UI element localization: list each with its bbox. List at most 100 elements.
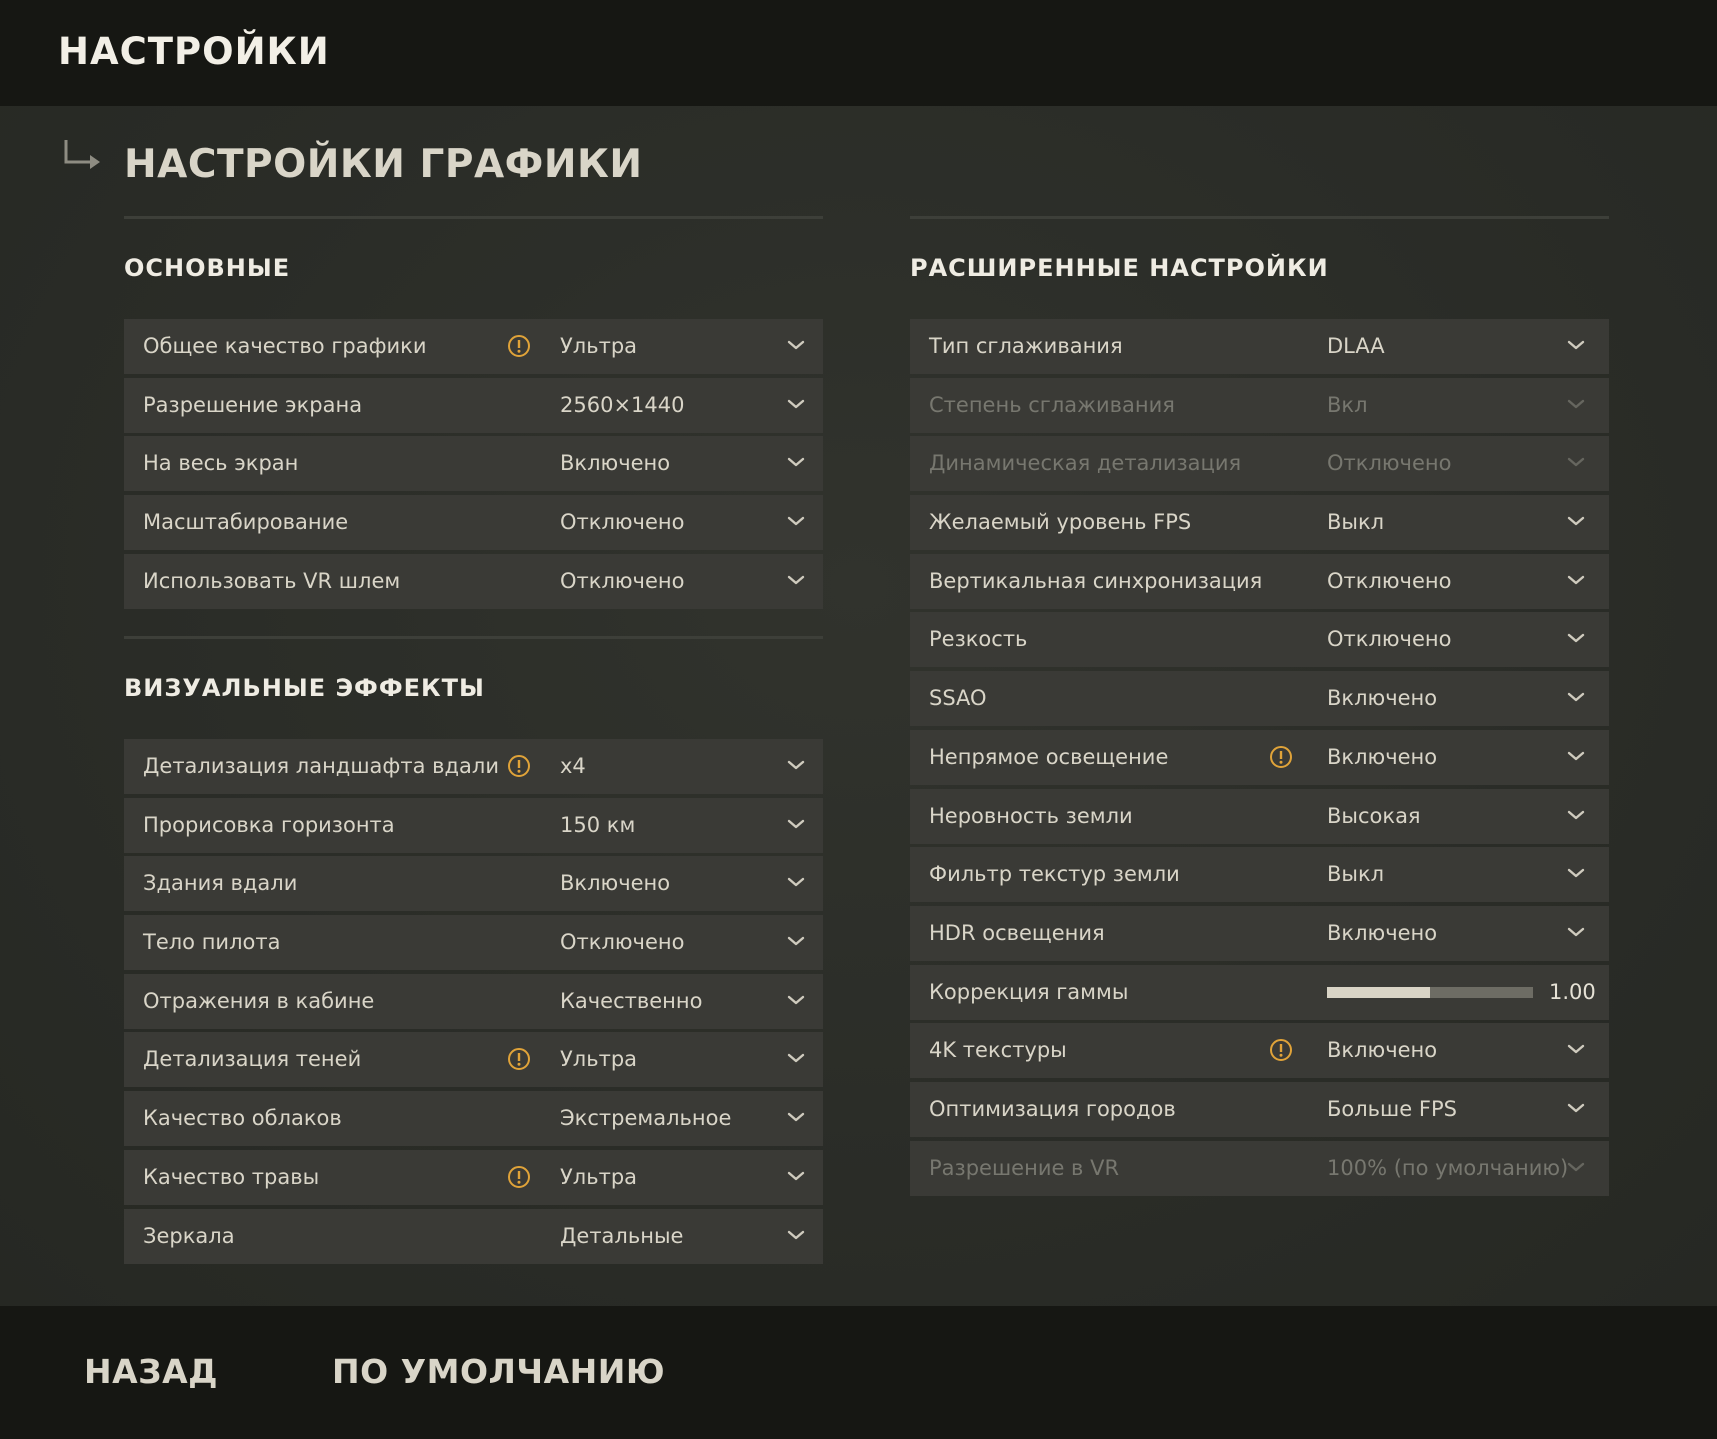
gamma-slider[interactable] [1327, 986, 1533, 998]
chevron-down-icon[interactable] [1566, 1042, 1586, 1056]
divider [124, 636, 823, 639]
setting-row[interactable]: Масштабирование Отключено [124, 495, 823, 551]
setting-row[interactable]: Общее качество графики Ультра [124, 319, 823, 374]
chevron-down-icon[interactable] [1566, 866, 1586, 880]
setting-row[interactable]: Прорисовка горизонта 150 км [124, 797, 823, 853]
setting-label: Динамическая детализация [929, 451, 1242, 476]
chevron-down-icon[interactable] [786, 1169, 806, 1183]
setting-value: Выкл [1327, 510, 1385, 535]
setting-value: Отключено [560, 568, 685, 593]
setting-label: Использовать VR шлем [143, 568, 401, 593]
setting-value: Ультра [560, 1047, 638, 1072]
setting-row[interactable]: Неровность земли Высокая [910, 788, 1609, 844]
chevron-down-icon[interactable] [786, 1110, 806, 1124]
chevron-down-icon[interactable] [786, 1051, 806, 1065]
chevron-down-icon[interactable] [786, 817, 806, 831]
setting-value: Больше FPS [1327, 1096, 1457, 1121]
chevron-down-icon[interactable] [1566, 397, 1586, 411]
setting-label: Здания вдали [143, 871, 298, 896]
setting-label: Масштабирование [143, 510, 349, 535]
screen-title: НАСТРОЙКИ [58, 30, 330, 73]
basic-settings-list: Общее качество графики Ультра Разрешение э… [124, 319, 823, 612]
section-title-advanced: РАСШИРЕННЫЕ НАСТРОЙКИ [910, 254, 1329, 282]
chevron-down-icon[interactable] [1566, 514, 1586, 528]
chevron-down-icon[interactable] [1566, 1101, 1586, 1115]
setting-label: Степень сглаживания [929, 392, 1175, 417]
section-title-basic: ОСНОВНЫЕ [124, 254, 291, 282]
warning-icon [1270, 1039, 1292, 1062]
setting-row[interactable]: Качество травы Ультра [124, 1149, 823, 1205]
setting-label: Качество травы [143, 1164, 320, 1189]
return-arrow-icon [64, 140, 100, 169]
chevron-down-icon[interactable] [786, 397, 806, 411]
setting-row[interactable]: На весь экран Включено [124, 436, 823, 492]
chevron-down-icon[interactable] [786, 1228, 806, 1242]
chevron-down-icon[interactable] [786, 875, 806, 889]
setting-label: Коррекция гаммы [929, 979, 1129, 1004]
setting-value: 100% (по умолчанию) [1327, 1155, 1569, 1180]
setting-row[interactable]: Детализация ландшафта вдали x4 [124, 739, 823, 794]
setting-value: Включено [1327, 744, 1438, 769]
setting-value: Включено [1327, 1038, 1438, 1063]
chevron-down-icon[interactable] [786, 338, 806, 352]
setting-value: x4 [560, 754, 586, 778]
chevron-down-icon[interactable] [1566, 338, 1586, 352]
chevron-down-icon[interactable] [786, 573, 806, 587]
chevron-down-icon[interactable] [1566, 1160, 1586, 1174]
setting-label: Качество облаков [143, 1106, 342, 1131]
setting-value: Отключено [560, 930, 685, 955]
setting-row[interactable]: Коррекция гаммы 1.00 [910, 964, 1609, 1020]
setting-row[interactable]: Разрешение экрана 2560×1440 [124, 377, 823, 433]
setting-row[interactable]: Тип сглаживания DLAA [910, 319, 1609, 374]
setting-label: Вертикальная синхронизация [929, 568, 1263, 593]
setting-row[interactable]: Детализация теней Ультра [124, 1032, 823, 1088]
chevron-down-icon[interactable] [1566, 808, 1586, 822]
top-bar: НАСТРОЙКИ [0, 0, 1717, 106]
setting-row[interactable]: Отражения в кабине Качественно [124, 973, 823, 1029]
setting-row[interactable]: Фильтр текстур земли Выкл [910, 847, 1609, 903]
chevron-down-icon[interactable] [786, 455, 806, 469]
setting-value: Экстремальное [560, 1106, 732, 1131]
setting-value: Отключено [1327, 627, 1452, 652]
setting-row[interactable]: Непрямое освещение Включено [910, 729, 1609, 785]
bottom-bar [0, 1306, 1717, 1439]
setting-row[interactable]: Желаемый уровень FPS Выкл [910, 495, 1609, 551]
setting-label: Оптимизация городов [929, 1096, 1176, 1121]
setting-row: Степень сглаживания Вкл [910, 377, 1609, 433]
chevron-down-icon[interactable] [786, 993, 806, 1007]
chevron-down-icon[interactable] [786, 514, 806, 528]
setting-label: Отражения в кабине [143, 988, 375, 1013]
chevron-down-icon[interactable] [1566, 573, 1586, 587]
gamma-slider-fill [1327, 986, 1430, 998]
setting-row: Динамическая детализация Отключено [910, 436, 1609, 492]
setting-label: Фильтр текстур земли [929, 862, 1180, 887]
gamma-value: 1.00 [1549, 979, 1596, 1004]
reset-defaults-button[interactable]: ПО УМОЛЧАНИЮ [332, 1352, 665, 1391]
setting-row[interactable]: HDR освещения Включено [910, 905, 1609, 961]
setting-row[interactable]: Здания вдали Включено [124, 856, 823, 912]
setting-row[interactable]: Вертикальная синхронизация Отключено [910, 553, 1609, 609]
setting-row[interactable]: Оптимизация городов Больше FPS [910, 1081, 1609, 1137]
setting-row[interactable]: SSAO Включено [910, 671, 1609, 727]
setting-value: DLAA [1327, 334, 1385, 358]
warning-icon [508, 1048, 530, 1071]
chevron-down-icon[interactable] [1566, 631, 1586, 645]
setting-row[interactable]: 4K текстуры Включено [910, 1023, 1609, 1079]
setting-label: Тело пилота [143, 930, 281, 955]
back-button[interactable]: НАЗАД [84, 1352, 218, 1391]
setting-row[interactable]: Использовать VR шлем Отключено [124, 553, 823, 609]
chevron-down-icon[interactable] [1566, 925, 1586, 939]
setting-row[interactable]: Резкость Отключено [910, 612, 1609, 668]
chevron-down-icon[interactable] [786, 934, 806, 948]
chevron-down-icon[interactable] [786, 758, 806, 772]
setting-label: Общее качество графики [143, 334, 427, 358]
chevron-down-icon[interactable] [1566, 749, 1586, 763]
setting-row[interactable]: Качество облаков Экстремальное [124, 1091, 823, 1147]
setting-label: Детализация теней [143, 1047, 362, 1072]
setting-value: Отключено [560, 510, 685, 535]
setting-row[interactable]: Зеркала Детальные [124, 1208, 823, 1264]
chevron-down-icon[interactable] [1566, 690, 1586, 704]
setting-row[interactable]: Тело пилота Отключено [124, 915, 823, 971]
chevron-down-icon[interactable] [1566, 455, 1586, 469]
section-title-visual: ВИЗУАЛЬНЫЕ ЭФФЕКТЫ [124, 674, 485, 702]
